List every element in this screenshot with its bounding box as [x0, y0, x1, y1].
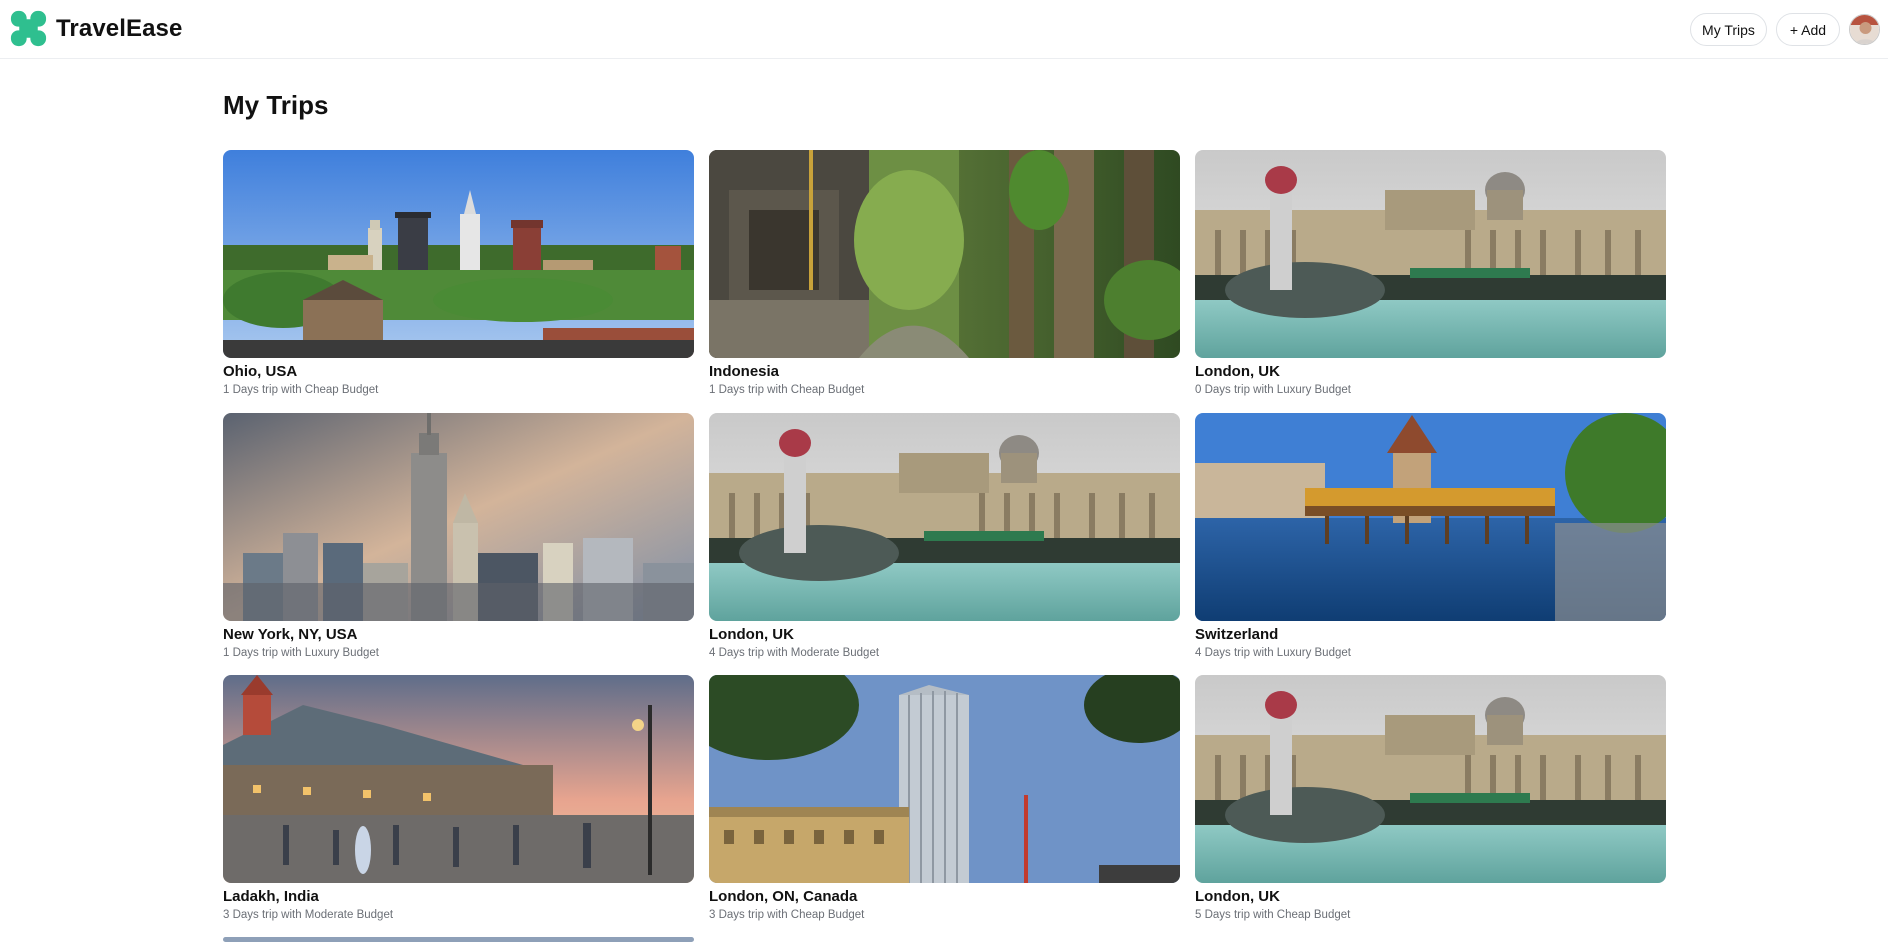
app-name: TravelEase: [56, 14, 183, 42]
trip-card[interactable]: London, ON, Canada 3 Days trip with Chea…: [709, 675, 1180, 923]
trip-title: London, UK: [1195, 888, 1280, 905]
city-skyline-photo: [223, 150, 694, 358]
user-avatar[interactable]: [1849, 14, 1880, 45]
trip-title: Switzerland: [1195, 626, 1279, 643]
trip-title: Indonesia: [709, 363, 780, 380]
trip-subtitle: 1 Days trip with Cheap Budget: [709, 384, 865, 396]
trip-card[interactable]: Ladakh, India 3 Days trip with Moderate …: [223, 675, 694, 923]
trip-title: London, ON, Canada: [709, 888, 858, 905]
trip-card[interactable]: London, UK 4 Days trip with Moderate Bud…: [709, 413, 1180, 661]
brand[interactable]: TravelEase: [10, 10, 182, 47]
chapel-bridge-photo: [1195, 413, 1666, 621]
trip-subtitle: 3 Days trip with Cheap Budget: [709, 909, 865, 921]
trip-subtitle: 3 Days trip with Moderate Budget: [223, 909, 394, 921]
trip-title: Ladakh, India: [223, 888, 319, 905]
trip-subtitle: 4 Days trip with Luxury Budget: [1195, 647, 1351, 659]
trip-card[interactable]: London, UK 5 Days trip with Cheap Budget: [1195, 675, 1666, 923]
trip-title: London, UK: [709, 626, 794, 643]
trip-photo: [223, 937, 694, 942]
trip-subtitle: 1 Days trip with Luxury Budget: [223, 647, 379, 659]
jungle-temple-photo: [709, 150, 1180, 358]
trip-card[interactable]: Ohio, USA 1 Days trip with Cheap Budget: [223, 150, 694, 398]
trafalgar-square-photo: [1195, 675, 1666, 883]
clover-logo-icon: [10, 10, 47, 47]
trip-title: London, UK: [1195, 363, 1280, 380]
trafalgar-square-photo: [1195, 150, 1666, 358]
trip-card[interactable]: Switzerland 4 Days trip with Luxury Budg…: [1195, 413, 1666, 661]
trafalgar-square-photo: [709, 413, 1180, 621]
trip-card[interactable]: London, UK 0 Days trip with Luxury Budge…: [1195, 150, 1666, 398]
manhattan-skyline-photo: [223, 413, 694, 621]
trip-subtitle: 1 Days trip with Cheap Budget: [223, 384, 379, 396]
trip-subtitle: 0 Days trip with Luxury Budget: [1195, 384, 1351, 396]
page-title: My Trips: [223, 90, 329, 120]
trip-card[interactable]: Indonesia 1 Days trip with Cheap Budget: [709, 150, 1180, 398]
top-navbar: TravelEase My Trips + Add: [0, 0, 1888, 59]
mountain-mall-photo: [223, 675, 694, 883]
trip-card[interactable]: New York, NY, USA 1 Days trip with Luxur…: [223, 413, 694, 661]
add-trip-button[interactable]: + Add: [1776, 13, 1840, 46]
trip-subtitle: 5 Days trip with Cheap Budget: [1195, 909, 1351, 921]
trip-title: Ohio, USA: [223, 363, 298, 380]
trip-title: New York, NY, USA: [223, 626, 358, 643]
modern-tower-photo: [709, 675, 1180, 883]
trip-subtitle: 4 Days trip with Moderate Budget: [709, 647, 880, 659]
my-trips-button[interactable]: My Trips: [1690, 13, 1767, 46]
trip-card-partial[interactable]: [223, 937, 694, 942]
